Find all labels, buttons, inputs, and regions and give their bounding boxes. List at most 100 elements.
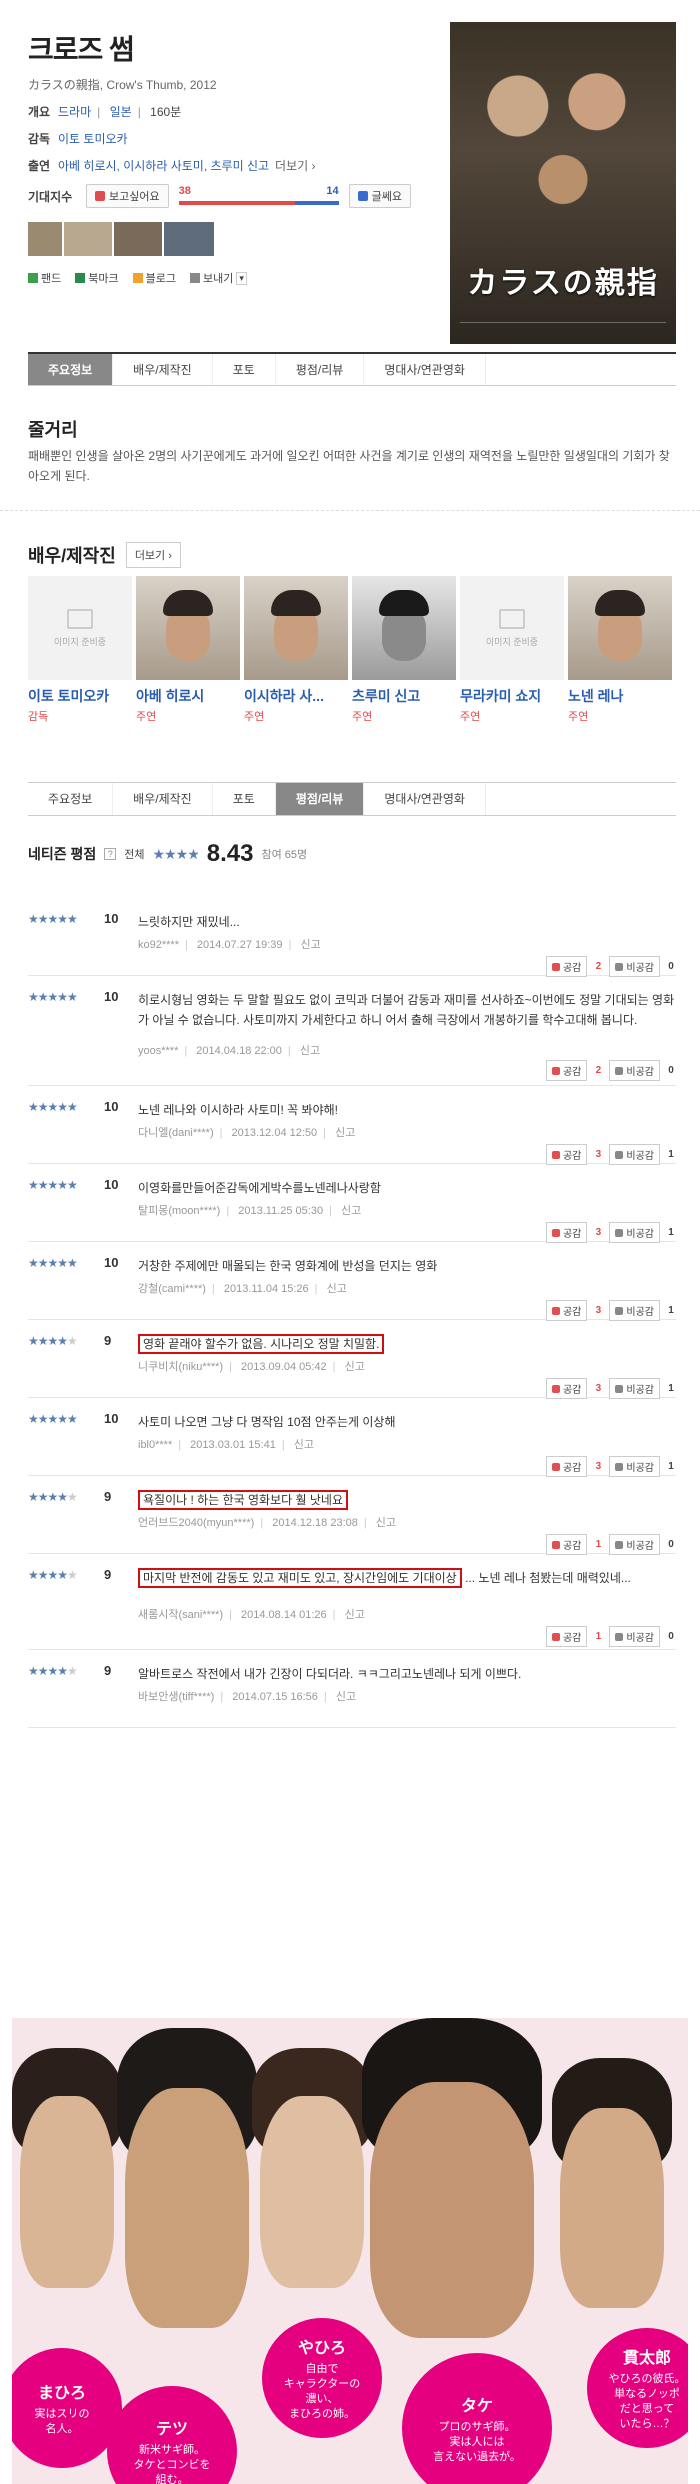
disagree-label: 비공감	[626, 1463, 654, 1474]
agree-button[interactable]: 공감	[545, 1060, 588, 1081]
disagree-button[interactable]: 비공감	[609, 1300, 660, 1321]
tab-main-info[interactable]: 주요정보	[28, 783, 114, 815]
agree-button[interactable]: 공감	[545, 1456, 588, 1477]
want-to-see-button[interactable]: 보고싶어요	[86, 184, 169, 208]
cast-role: 주연	[352, 711, 373, 723]
report-link[interactable]: 신고	[300, 939, 320, 951]
agree-button[interactable]: 공감	[545, 1534, 588, 1555]
genre-link[interactable]: 드라마	[58, 105, 91, 119]
cast-member[interactable]: 이미지 준비중 무라카미 쇼지 주연	[460, 576, 564, 724]
cast-member[interactable]: 노넨 레나 주연	[568, 576, 672, 724]
agree-button[interactable]: 공감	[545, 1144, 588, 1165]
report-link[interactable]: 신고	[345, 1609, 365, 1621]
agree-button[interactable]: 공감	[545, 1378, 588, 1399]
cast-name[interactable]: 무라카미 쇼지	[460, 686, 564, 706]
image-icon	[67, 608, 93, 629]
cast-name[interactable]: 이시하라 사...	[244, 686, 348, 706]
disagree-button[interactable]: 비공감	[609, 1222, 660, 1243]
review-votes: 공감 3 비공감 1	[545, 1300, 676, 1321]
report-link[interactable]: 신고	[376, 1517, 396, 1529]
character-desc: やひろの彼氏。 単なるノッポ だと思って いたら…？	[608, 2373, 686, 2430]
movie-header: 크로즈 썸 カラスの親指, Crow's Thumb, 2012 개요 드라마 |…	[28, 28, 448, 286]
disagree-button[interactable]: 비공감	[609, 1144, 660, 1165]
cast-member[interactable]: 아베 히로시 주연	[136, 576, 240, 724]
disagree-button[interactable]: 비공감	[609, 1378, 660, 1399]
tab-quotes[interactable]: 명대사/연관영화	[364, 783, 486, 815]
review-stars: ★★★★★	[28, 1490, 78, 1504]
disagree-button[interactable]: 비공감	[609, 1456, 660, 1477]
agree-button[interactable]: 공감	[545, 1222, 588, 1243]
cast-name[interactable]: 츠루미 신고	[352, 686, 456, 706]
report-link[interactable]: 신고	[336, 1691, 356, 1703]
photo-thumbnail[interactable]	[114, 222, 162, 256]
country-link[interactable]: 일본	[110, 105, 132, 119]
cast-name[interactable]: 아베 히로시	[136, 686, 240, 706]
meh-button[interactable]: 글쎄요	[348, 184, 411, 208]
disagree-count: 1	[668, 1305, 674, 1316]
photo-thumbnail[interactable]	[164, 222, 214, 256]
cast-member[interactable]: 츠루미 신고주연	[352, 576, 456, 724]
tab-cast[interactable]: 배우/제작진	[113, 354, 213, 385]
cast-name[interactable]: 노넨 레나	[568, 686, 672, 706]
thumb-down-icon	[615, 962, 624, 971]
photo-thumbnail[interactable]	[64, 222, 112, 256]
tab-reviews[interactable]: 평점/리뷰	[275, 783, 365, 815]
report-link[interactable]: 신고	[300, 1045, 320, 1057]
cast-more-link[interactable]: 더보기 ›	[275, 157, 315, 174]
character-name: やひろ	[297, 2340, 346, 2357]
cast-more-button[interactable]: 더보기 ›	[125, 542, 181, 568]
review-body: 거창한 주제에만 매몰되는 한국 영화계에 반성을 던지는 영화	[138, 1259, 438, 1273]
disagree-button[interactable]: 비공감	[609, 1626, 660, 1647]
cast-photo[interactable]	[352, 576, 456, 680]
tab-photo[interactable]: 포토	[213, 783, 276, 815]
agree-label: 공감	[562, 1151, 582, 1162]
review-votes: 공감 2 비공감 0	[545, 1060, 676, 1081]
tab-main-info[interactable]: 주요정보	[28, 354, 114, 385]
review-date: 2013.12.04 12:50	[231, 1127, 318, 1139]
report-link[interactable]: 신고	[341, 1205, 361, 1217]
disagree-button[interactable]: 비공감	[609, 956, 660, 977]
cast-member[interactable]: 이시하라 사... 주연	[244, 576, 348, 724]
cast-links[interactable]: 아베 히로시, 이시하라 사토미, 츠루미 신고	[58, 157, 269, 174]
disagree-button[interactable]: 비공감	[609, 1534, 660, 1555]
disagree-label: 비공감	[626, 1229, 654, 1240]
agree-button[interactable]: 공감	[545, 1300, 588, 1321]
cast-name[interactable]: 이토 토미오카	[28, 686, 132, 706]
tab-photo[interactable]: 포토	[213, 354, 276, 385]
send-label: 보내기	[203, 273, 234, 285]
tab-reviews[interactable]: 평점/리뷰	[276, 354, 365, 385]
report-link[interactable]: 신고	[327, 1283, 347, 1295]
disagree-count: 1	[668, 1227, 674, 1238]
report-link[interactable]: 신고	[294, 1439, 314, 1451]
agree-button[interactable]: 공감	[545, 1626, 588, 1647]
character-desc: プロのサギ師。 実は人には 言えない過去が。	[433, 2420, 521, 2463]
report-link[interactable]: 신고	[335, 1127, 355, 1139]
thumb-down-icon	[615, 1632, 624, 1641]
send-button[interactable]: 보내기 ▾	[190, 270, 247, 286]
cast-photo-placeholder[interactable]: 이미지 준비중	[460, 576, 564, 680]
bookmark-button[interactable]: 북마크	[75, 270, 119, 286]
cast-photo[interactable]	[568, 576, 672, 680]
cast-member[interactable]: 이미지 준비중 이토 토미오카 감독	[28, 576, 132, 724]
fan-button[interactable]: 팬드	[28, 270, 61, 286]
cast-header: 배우/제작진 더보기 ›	[28, 542, 181, 568]
director-link[interactable]: 이토 토미오카	[58, 130, 128, 147]
disagree-button[interactable]: 비공감	[609, 1060, 660, 1081]
agree-button[interactable]: 공감	[545, 956, 588, 977]
cast-photo[interactable]	[244, 576, 348, 680]
blog-button[interactable]: 블로그	[132, 270, 176, 286]
movie-poster[interactable]: カラスの親指	[450, 22, 676, 344]
help-icon[interactable]: ?	[104, 848, 117, 860]
tab-quotes[interactable]: 명대사/연관영화	[364, 354, 486, 385]
cast-photo[interactable]	[136, 576, 240, 680]
review-votes: 공감 3 비공감 1	[545, 1222, 676, 1243]
review-item: ★★★★★ 10 사토미 나오면 그냥 다 명작임 10점 안주는게 이상해 ibl…	[28, 1398, 676, 1477]
review-tail: ... 노넨 레나 첨봤는데 매력있네...	[465, 1571, 631, 1585]
tab-cast[interactable]: 배우/제작진	[113, 783, 213, 815]
report-link[interactable]: 신고	[345, 1361, 365, 1373]
review-votes: 공감 1 비공감 0	[545, 1626, 676, 1647]
disagree-count: 1	[668, 1461, 674, 1472]
cast-photo-placeholder[interactable]: 이미지 준비중	[28, 576, 132, 680]
photo-thumbnail[interactable]	[28, 222, 62, 256]
review-date: 2013.11.25 05:30	[238, 1205, 324, 1217]
